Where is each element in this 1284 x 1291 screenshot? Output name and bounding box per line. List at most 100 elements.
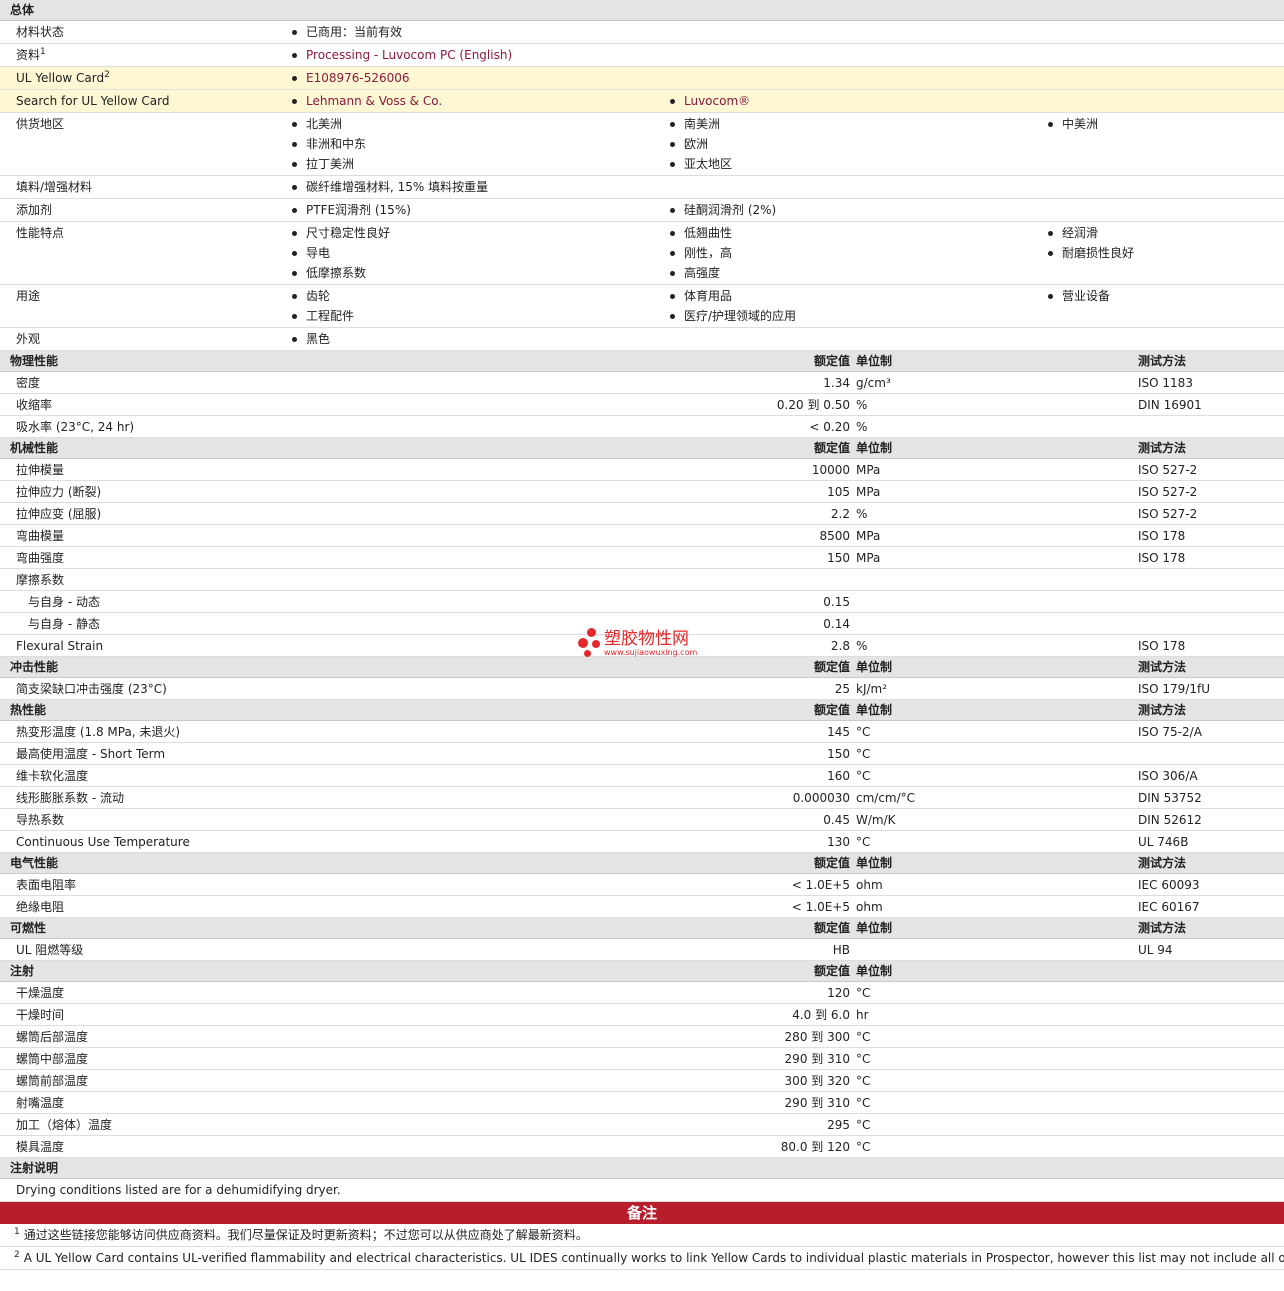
property-row: UL 阻燃等级 HB UL 94 [0,939,1284,961]
field-label-text: 材料状态 [16,25,65,39]
nominal-value: 2.2 [830,507,850,521]
watermark-url: www.sujiaowuxing.com [604,647,698,657]
column-header-unit: 单位制 [856,856,893,870]
value-column: Processing - Luvocom PC (English) [290,45,512,65]
value-item: 齿轮 [290,286,668,306]
section-header: 物理性能 额定值 单位制 测试方法 [0,351,1284,372]
value-column: 经润滑 耐磨损性良好 [1046,223,1134,283]
field-label-text: 资料 [16,48,41,62]
footnote-text: A UL Yellow Card contains UL-verified fl… [23,1251,1284,1265]
field-label-text: 添加剂 [16,203,53,217]
nominal-value: HB [832,943,850,957]
section-header: 冲击性能 额定值 单位制 测试方法 [0,657,1284,678]
unit: ohm [856,878,883,892]
property-row: 最高使用温度 - Short Term 150 °C [0,743,1284,765]
value-item: 亚太地区 [668,154,1046,174]
nominal-value: 145 [827,725,850,739]
property-row: 射嘴温度 290 到 310 °C [0,1092,1284,1114]
field-label: UL Yellow Card2 [0,68,290,88]
nominal-value: 105 [827,485,850,499]
general-row: 性能特点 尺寸稳定性良好 导电 低摩擦系数 低翘曲性 刚性，高 高强度 经润滑 耐磨损性良好 [0,222,1284,285]
field-label: 用途 [0,286,290,306]
value-column: 北美洲 非洲和中东 拉丁美洲 [290,114,668,174]
nominal-value: 0.20 到 0.50 [776,398,850,412]
injection-note-text: Drying conditions listed are for a dehum… [0,1179,1284,1202]
column-header-test: 测试方法 [1138,921,1187,935]
watermark-dots-icon [578,628,604,658]
test-method: ISO 75-2/A [1138,725,1202,739]
property-name: 绝缘电阻 [16,900,65,914]
value-item: 黑色 [290,329,330,349]
section-header: 注射 额定值 单位制 [0,961,1284,982]
property-row: 螺筒前部温度 300 到 320 °C [0,1070,1284,1092]
nominal-value: 280 到 300 [784,1030,850,1044]
nominal-value: 8500 [819,529,850,543]
test-method: ISO 527-2 [1138,485,1198,499]
test-method: DIN 53752 [1138,791,1202,805]
value-link[interactable]: Lehmann & Voss & Co. [290,91,668,111]
property-row: 摩擦系数 [0,569,1284,591]
value-link[interactable]: Processing - Luvocom PC (English) [290,45,512,65]
property-row: 加工（熔体）温度 295 °C [0,1114,1284,1136]
section-title: 物理性能 [10,354,59,368]
property-name: 导热系数 [16,813,65,827]
unit: °C [856,835,871,849]
value-column: 碳纤维增强材料, 15% 填料按重量 [290,177,488,197]
value-item: 尺寸稳定性良好 [290,223,668,243]
value-item: 高强度 [668,263,1046,283]
property-row: 拉伸模量 10000 MPa ISO 527-2 [0,459,1284,481]
field-label-text: UL Yellow Card [16,71,105,85]
value-link[interactable]: E108976-526006 [290,68,410,88]
nominal-value: 25 [834,682,850,696]
test-method: UL 94 [1138,943,1173,957]
property-row: 弯曲强度 150 MPa ISO 178 [0,547,1284,569]
field-label: 添加剂 [0,200,290,220]
field-label: 填料/增强材料 [0,177,290,197]
value-column: Lehmann & Voss & Co. [290,91,668,111]
unit: % [856,639,868,653]
nominal-value: < 1.0E+5 [791,900,850,914]
footnote: 1 通过这些链接您能够访问供应商资料。我们尽量保证及时更新资料；不过您可以从供应商… [0,1224,1284,1247]
unit: kJ/m² [856,682,888,696]
field-values: PTFE润滑剂 (15%) 硅酮润滑剂 (2%) [290,200,1284,220]
unit: cm/cm/°C [856,791,916,805]
column-header-unit: 单位制 [856,703,893,717]
property-name: 射嘴温度 [16,1096,65,1110]
test-method: IEC 60167 [1138,900,1200,914]
field-values: 齿轮 工程配件 体育用品 医疗/护理领域的应用 营业设备 [290,286,1284,326]
section-header: 可燃性 额定值 单位制 测试方法 [0,918,1284,939]
value-item: 耐磨损性良好 [1046,243,1134,263]
footnote-marker: 1 [40,47,46,57]
property-row: 弯曲模量 8500 MPa ISO 178 [0,525,1284,547]
nominal-value: 2.8 [830,639,850,653]
field-label: 供货地区 [0,114,290,134]
section-header-injection-notes: 注射说明 [0,1158,1284,1179]
nominal-value: 0.15 [823,595,850,609]
value-link[interactable]: Luvocom® [668,91,750,111]
test-method: IEC 60093 [1138,878,1200,892]
section-title: 注射说明 [10,1161,59,1175]
value-column: 南美洲 欧洲 亚太地区 [668,114,1046,174]
property-row: 维卡软化温度 160 °C ISO 306/A [0,765,1284,787]
nominal-value: 150 [827,551,850,565]
value-item: 导电 [290,243,668,263]
value-column: 营业设备 [1046,286,1110,326]
nominal-value: 295 [827,1118,850,1132]
property-row: 模具温度 80.0 到 120 °C [0,1136,1284,1158]
unit: MPa [856,463,881,477]
field-label-text: 填料/增强材料 [16,180,93,194]
nominal-value: 120 [827,986,850,1000]
unit: °C [856,986,871,1000]
nominal-value: 130 [827,835,850,849]
column-header-unit: 单位制 [856,441,893,455]
column-header-unit: 单位制 [856,354,893,368]
general-row: 外观 黑色 [0,328,1284,351]
unit: MPa [856,551,881,565]
section-title: 冲击性能 [10,660,59,674]
property-name: Flexural Strain [16,639,104,653]
property-name: 吸水率 (23°C, 24 hr) [16,420,135,434]
section-title: 机械性能 [10,441,59,455]
nominal-value: 4.0 到 6.0 [792,1008,850,1022]
nominal-value: < 0.20 [809,420,850,434]
value-column: E108976-526006 [290,68,410,88]
